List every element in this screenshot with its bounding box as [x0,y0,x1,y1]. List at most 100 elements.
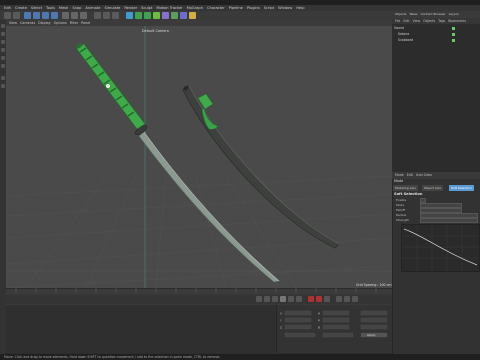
edges-mode-icon[interactable] [1,56,5,60]
tab-modeling-axis[interactable]: Modeling Axis [393,185,418,191]
key-scale-icon[interactable] [352,296,358,302]
visibility-dot-icon[interactable] [452,27,455,30]
section-title: Soft Selection [394,192,423,196]
tab-object-axis[interactable]: Object Axis [422,185,443,191]
status-bar: Move: Click and drag to move elements. H… [0,354,480,360]
bend-icon[interactable] [162,12,169,19]
transport-bar [6,295,392,304]
visibility-dot-icon[interactable] [452,39,455,42]
falloff-graph[interactable] [401,224,480,272]
pen-icon[interactable] [135,12,142,19]
go-to-end-icon[interactable] [296,296,302,302]
object-menu-item[interactable]: Bookmarks [448,19,466,23]
viewport-menu-item[interactable]: Panel [81,21,90,25]
attr-label-falloff: Falloff [396,208,405,212]
object-menu-item[interactable]: Tags [438,19,445,23]
play-backwards-icon[interactable] [272,296,278,302]
undo-icon[interactable] [4,12,11,19]
grid-spacing-label: Grid Spacing : 100 cm [356,283,392,287]
keyframe-selection-icon[interactable] [324,296,330,302]
key-rotation-icon[interactable] [344,296,350,302]
object-row[interactable]: Sword [394,26,404,31]
coord-label: X [280,312,282,316]
render-picture-viewer-icon[interactable] [103,12,110,19]
auto-key-icon[interactable] [316,296,322,302]
viewport[interactable]: Default Camera Grid Spacing : 100 cm [6,26,392,288]
attributes-menu-item[interactable]: Edit [407,173,413,177]
points-mode-icon[interactable] [1,48,5,52]
attributes-menu: Mode Edit User Data [392,172,480,179]
model-mode-icon[interactable] [1,32,5,36]
attr-label-mode: Mode [396,203,405,207]
coordinates-manager: X Y Z H P B Apply [276,305,393,353]
texture-mode-icon[interactable] [1,40,5,44]
snap-icon[interactable] [1,84,5,88]
attr-label-radius: Radius [396,213,407,217]
object-menu-item[interactable]: Edit [403,19,409,23]
tab-soft-selection[interactable]: Soft Selection [449,185,474,191]
apply-button[interactable]: Apply [367,333,376,337]
object-row[interactable]: Scabbard [398,38,413,43]
object-manager-tabs: Objects Takes Content Browser Layers [392,11,480,18]
strength-field[interactable] [420,218,478,223]
subdivision-icon[interactable] [144,12,151,19]
viewport-title: Default Camera [142,29,169,33]
make-editable-icon[interactable] [1,24,5,28]
object-row[interactable]: Katana [398,32,409,37]
previous-key-icon[interactable] [264,296,270,302]
viewport-menu-item[interactable]: Options [54,21,67,25]
viewport-scene [6,26,392,288]
cube-icon[interactable] [126,12,133,19]
falloff-curve [402,225,479,271]
rotate-icon[interactable] [51,12,58,19]
tab-object-manager[interactable]: Content Browser [421,11,446,18]
object-name: Katana [398,32,410,36]
object-menu-item[interactable]: Objects [423,19,435,23]
y-axis-icon[interactable] [71,12,78,19]
z-axis-icon[interactable] [80,12,87,19]
attributes-menu-item[interactable]: User Data [416,173,432,177]
object-menu-item[interactable]: File [395,19,400,23]
coord-label: P [318,319,320,323]
key-position-icon[interactable] [336,296,342,302]
move-icon[interactable] [33,12,40,19]
object-list[interactable]: Sword Katana Scabbard [392,24,480,172]
tab-object-manager[interactable]: Layers [449,11,459,18]
viewport-menu-item[interactable]: Cameras [20,21,35,25]
status-text: Move: Click and drag to move elements. H… [4,355,221,359]
object-menu-item[interactable]: View [413,19,421,23]
attributes-mode-label: Mode [394,179,404,183]
attr-label-enable: Enable [396,198,407,202]
floor-icon[interactable] [171,12,178,19]
array-icon[interactable] [153,12,160,19]
render-settings-icon[interactable] [112,12,119,19]
object-name: Sword [394,26,404,30]
material-manager[interactable] [6,305,276,353]
coordinates-fields[interactable]: XYZ HPB Apply [277,305,393,353]
camera-icon[interactable] [180,12,187,19]
coord-label: B [318,326,320,330]
viewport-menu-item[interactable]: Filter [70,21,78,25]
live-selection-icon[interactable] [24,12,31,19]
polygons-mode-icon[interactable] [1,64,5,68]
tab-object-manager[interactable]: Takes [409,11,417,18]
timeline-ruler[interactable] [6,288,392,295]
viewport-menu-item[interactable]: Display [38,21,51,25]
next-key-icon[interactable] [288,296,294,302]
redo-icon[interactable] [13,12,20,19]
coord-label: Z [280,326,282,330]
coord-label: H [318,312,320,316]
attributes-menu-item[interactable]: Mode [395,173,404,177]
play-icon[interactable] [280,296,286,302]
x-axis-icon[interactable] [62,12,69,19]
enable-axis-icon[interactable] [1,76,5,80]
record-icon[interactable] [308,296,314,302]
tab-object-manager[interactable]: Objects [395,11,406,18]
visibility-dot-icon[interactable] [452,33,455,36]
viewport-menu-item[interactable]: View [9,21,17,25]
go-to-start-icon[interactable] [256,296,262,302]
render-view-icon[interactable] [94,12,101,19]
attributes-tabs: Modeling Axis Object Axis Soft Selection [393,185,479,191]
scale-icon[interactable] [42,12,49,19]
light-icon[interactable] [189,12,196,19]
